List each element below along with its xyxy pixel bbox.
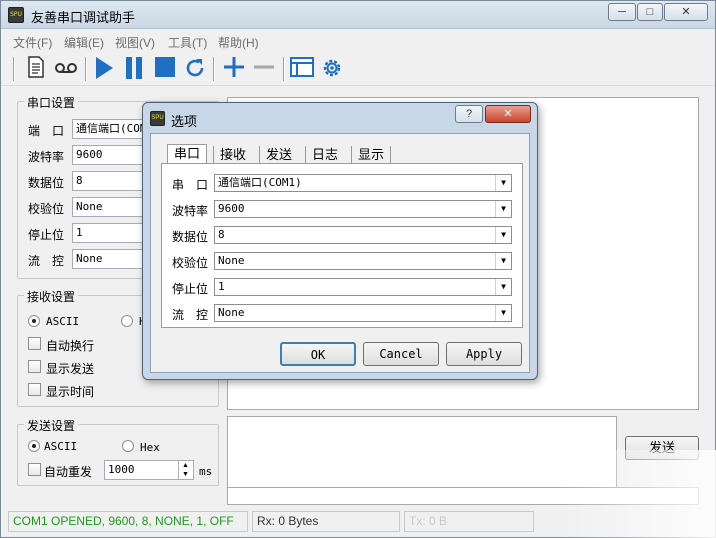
dialog-title: 选项 xyxy=(171,114,198,129)
menu-edit[interactable]: 编辑(E) xyxy=(64,34,104,51)
menu-file[interactable]: 文件(F) xyxy=(13,34,52,51)
add-icon[interactable] xyxy=(221,56,247,82)
dialog-flow-select[interactable]: None ▼ xyxy=(214,304,512,322)
send-history-input[interactable] xyxy=(227,487,699,505)
dialog-parity-select[interactable]: None ▼ xyxy=(214,252,512,270)
receive-settings-title: 接收设置 xyxy=(24,288,79,305)
send-ascii-radio[interactable] xyxy=(28,440,40,452)
refresh-icon[interactable] xyxy=(182,56,208,82)
tab-page-serial: 串 口 通信端口(COM1) ▼ 波特率 9600 ▼ 数据位 8 ▼ 校验位 Non… xyxy=(161,163,523,328)
chevron-down-icon: ▼ xyxy=(495,227,511,243)
send-button[interactable]: 发送 xyxy=(625,436,699,460)
dialog-parity-label: 校验位 xyxy=(172,256,209,270)
toolbar-separator xyxy=(13,57,15,81)
play-icon[interactable] xyxy=(91,56,117,82)
show-send-label: 显示发送 xyxy=(46,362,95,376)
cancel-button[interactable]: Cancel xyxy=(363,342,439,366)
show-time-label: 显示时间 xyxy=(46,385,95,399)
stop-icon[interactable] xyxy=(152,56,178,82)
dialog-flow-value: None xyxy=(218,306,245,319)
show-send-checkbox[interactable] xyxy=(28,360,41,373)
dialog-help-button[interactable]: ? xyxy=(455,105,483,123)
auto-resend-checkbox[interactable] xyxy=(28,463,41,476)
send-ascii-label: ASCII xyxy=(44,440,78,453)
document-icon[interactable] xyxy=(23,56,49,82)
menu-view[interactable]: 视图(V) xyxy=(115,34,155,51)
receive-ascii-label: ASCII xyxy=(46,315,80,328)
dialog-stopbits-label: 停止位 xyxy=(172,282,209,296)
dialog-close-button[interactable]: ✕ xyxy=(485,105,531,123)
toolbar-separator xyxy=(85,57,87,81)
receive-ascii-radio[interactable] xyxy=(28,315,40,327)
menu-tools[interactable]: 工具(T) xyxy=(168,34,207,51)
auto-wrap-checkbox[interactable] xyxy=(28,337,41,350)
baud-label: 波特率 xyxy=(28,150,65,164)
interval-unit: ms xyxy=(199,465,213,478)
record-icon[interactable] xyxy=(53,56,79,82)
minimize-button[interactable]: ─ xyxy=(608,3,636,21)
dialog-baud-select[interactable]: 9600 ▼ xyxy=(214,200,512,218)
dialog-port-select[interactable]: 通信端口(COM1) ▼ xyxy=(214,174,512,192)
databits-label: 数据位 xyxy=(28,176,65,190)
stopbits-label: 停止位 xyxy=(28,228,65,242)
show-time-checkbox[interactable] xyxy=(28,383,41,396)
gear-icon[interactable] xyxy=(319,56,345,82)
window-title: 友善串口调试助手 xyxy=(31,10,136,25)
dialog-app-icon: SPU xyxy=(150,111,165,126)
close-button[interactable]: ✕ xyxy=(664,3,708,21)
send-settings-group: 发送设置 ASCII Hex 自动重发 1000 ▲ ▼ ms xyxy=(17,417,219,486)
dialog-databits-value: 8 xyxy=(218,228,225,241)
title-bar: SPU 友善串口调试助手 ─ □ ✕ xyxy=(1,1,715,29)
port-label: 端 口 xyxy=(28,124,65,138)
dialog-port-label: 串 口 xyxy=(172,178,209,192)
menu-bar: 文件(F) 编辑(E) 视图(V) 工具(T) 帮助(H) xyxy=(1,30,715,52)
dialog-baud-label: 波特率 xyxy=(172,204,209,218)
auto-resend-label: 自动重发 xyxy=(44,465,93,479)
chevron-down-icon: ▼ xyxy=(495,175,511,191)
menu-help[interactable]: 帮助(H) xyxy=(218,34,259,51)
dialog-stopbits-select[interactable]: 1 ▼ xyxy=(214,278,512,296)
dialog-databits-select[interactable]: 8 ▼ xyxy=(214,226,512,244)
apply-button[interactable]: Apply xyxy=(446,342,522,366)
send-panel[interactable] xyxy=(227,416,617,488)
options-dialog: SPU 选项 ? ✕ 串口 接收 发送 日志 显示 串 口 通信端口(COM1)… xyxy=(142,102,538,380)
chevron-down-icon: ▼ xyxy=(495,201,511,217)
send-hex-label: Hex xyxy=(140,441,160,454)
receive-hex-radio[interactable] xyxy=(121,315,133,327)
parity-label: 校验位 xyxy=(28,202,65,216)
tab-serial[interactable]: 串口 xyxy=(167,144,208,164)
chevron-down-icon: ▼ xyxy=(495,305,511,321)
tx-count: Tx: 0 B xyxy=(404,511,534,532)
remove-icon[interactable] xyxy=(251,56,277,82)
pause-icon[interactable] xyxy=(121,56,147,82)
dialog-flow-label: 流 控 xyxy=(172,308,209,322)
serial-settings-title: 串口设置 xyxy=(24,94,79,111)
dialog-client: 串口 接收 发送 日志 显示 串 口 通信端口(COM1) ▼ 波特率 9600 ▼… xyxy=(150,133,530,373)
interval-spinner[interactable]: ▲ ▼ xyxy=(178,461,192,479)
window-icon[interactable] xyxy=(289,56,315,82)
dialog-baud-value: 9600 xyxy=(218,202,245,215)
dialog-port-value: 通信端口(COM1) xyxy=(218,176,302,189)
dialog-parity-value: None xyxy=(218,254,245,267)
ok-button[interactable]: OK xyxy=(280,342,356,366)
status-bar: COM1 OPENED, 9600, 8, NONE, 1, OFF Rx: 0… xyxy=(8,511,708,533)
maximize-button[interactable]: □ xyxy=(637,3,663,21)
toolbar xyxy=(1,52,715,86)
send-settings-title: 发送设置 xyxy=(24,417,79,434)
chevron-down-icon: ▼ xyxy=(495,253,511,269)
connection-status: COM1 OPENED, 9600, 8, NONE, 1, OFF xyxy=(8,511,248,532)
app-icon: SPU xyxy=(8,7,24,23)
flow-label: 流 控 xyxy=(28,254,65,268)
chevron-down-icon: ▼ xyxy=(495,279,511,295)
dialog-databits-label: 数据位 xyxy=(172,230,209,244)
toolbar-separator xyxy=(283,57,285,81)
dialog-stopbits-value: 1 xyxy=(218,280,225,293)
auto-wrap-label: 自动换行 xyxy=(46,339,95,353)
toolbar-separator xyxy=(213,57,215,81)
rx-count: Rx: 0 Bytes xyxy=(252,511,400,532)
send-hex-radio[interactable] xyxy=(122,440,134,452)
